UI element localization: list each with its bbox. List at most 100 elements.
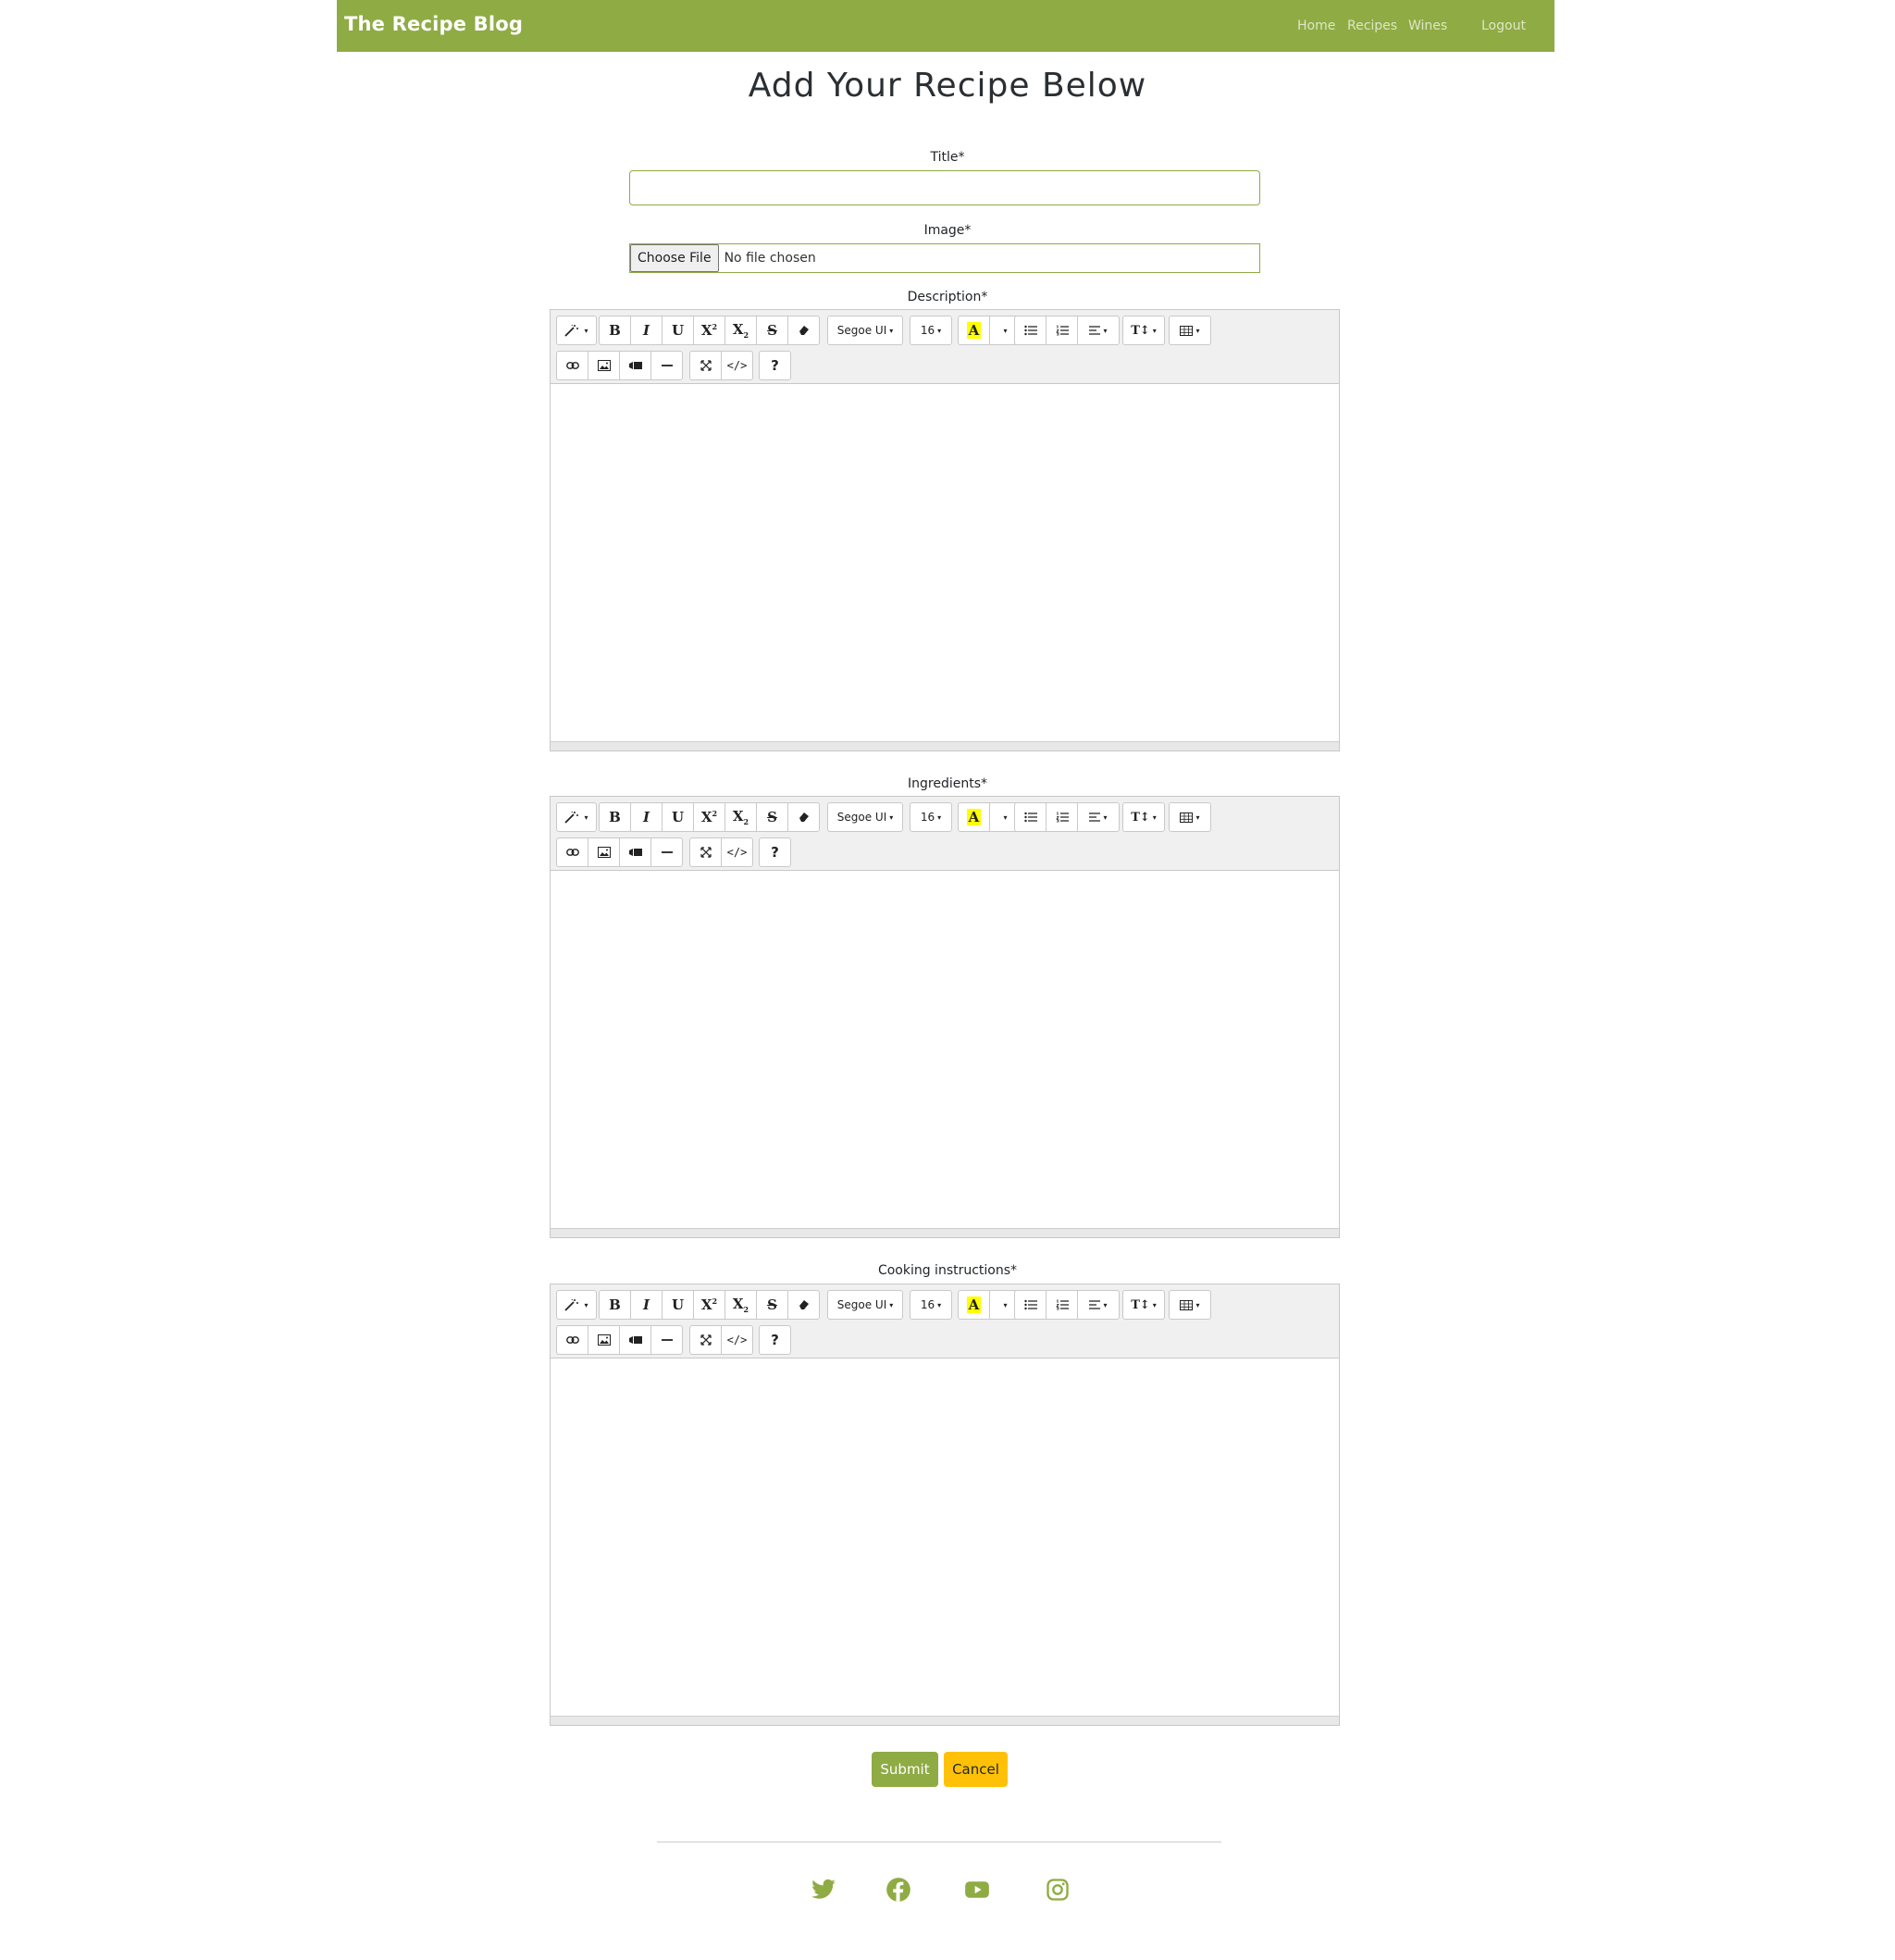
title-input[interactable] xyxy=(629,170,1260,205)
cancel-button[interactable]: Cancel xyxy=(944,1752,1008,1787)
font-size-group: 16 ▾ xyxy=(910,802,952,832)
fullscreen-icon[interactable] xyxy=(689,351,722,380)
fullscreen-icon[interactable] xyxy=(689,1325,722,1355)
editor-resize-bar[interactable] xyxy=(551,1716,1339,1725)
line-height-icon[interactable]: T↕ ▾ xyxy=(1122,802,1165,832)
line-height-icon[interactable]: T↕ ▾ xyxy=(1122,1290,1165,1320)
superscript-button[interactable]: X2 xyxy=(693,1290,725,1320)
instructions-editor-body[interactable] xyxy=(551,1359,1339,1716)
nav-wines[interactable]: Wines xyxy=(1408,19,1447,33)
bold-button[interactable]: B xyxy=(599,802,631,832)
unordered-list-icon[interactable] xyxy=(1014,802,1047,832)
font-family-dropdown[interactable]: Segoe UI ▾ xyxy=(827,802,903,832)
description-editor-body[interactable] xyxy=(551,385,1339,741)
horizontal-rule-icon[interactable] xyxy=(650,351,683,380)
horizontal-rule-icon[interactable] xyxy=(650,1325,683,1355)
line-height-icon[interactable]: T↕ ▾ xyxy=(1122,316,1165,345)
link-icon[interactable] xyxy=(556,1325,588,1355)
youtube-icon[interactable] xyxy=(964,1877,990,1903)
ingredients-editor-body[interactable] xyxy=(551,872,1339,1228)
highlight-color-button[interactable]: A xyxy=(958,316,990,345)
image-file-input[interactable]: Choose File No file chosen xyxy=(629,243,1260,273)
paragraph-align-icon[interactable]: ▾ xyxy=(1077,802,1120,832)
ordered-list-icon[interactable] xyxy=(1046,802,1078,832)
italic-button[interactable]: I xyxy=(630,1290,663,1320)
font-size-dropdown[interactable]: 16 ▾ xyxy=(910,802,952,832)
paragraph-align-icon[interactable]: ▾ xyxy=(1077,1290,1120,1320)
highlight-color-button[interactable]: A xyxy=(958,802,990,832)
navbar: The Recipe Blog Home Recipes Wines Logou… xyxy=(337,0,1554,52)
unordered-list-icon[interactable] xyxy=(1014,1290,1047,1320)
font-family-dropdown[interactable]: Segoe UI ▾ xyxy=(827,1290,903,1320)
table-icon[interactable]: ▾ xyxy=(1169,316,1211,345)
strikethrough-button[interactable]: S xyxy=(756,1290,788,1320)
font-size-dropdown[interactable]: 16 ▾ xyxy=(910,1290,952,1320)
eraser-icon[interactable] xyxy=(787,802,820,832)
subscript-button[interactable]: X2 xyxy=(725,316,757,345)
choose-file-button[interactable]: Choose File xyxy=(630,244,719,272)
editor-resize-bar[interactable] xyxy=(551,741,1339,751)
eraser-icon[interactable] xyxy=(787,316,820,345)
color-group: A ▾ xyxy=(958,316,1022,345)
font-size-dropdown[interactable]: 16 ▾ xyxy=(910,316,952,345)
facebook-icon[interactable] xyxy=(886,1877,911,1903)
video-icon[interactable] xyxy=(619,837,651,867)
link-icon[interactable] xyxy=(556,351,588,380)
code-view-icon[interactable]: </> xyxy=(721,837,753,867)
underline-button[interactable]: U xyxy=(662,802,694,832)
horizontal-rule-icon[interactable] xyxy=(650,837,683,867)
toolbar-row: ▾ B I U X2 X2 S Segoe UI ▾ 16 ▾ A ▾ ▾ T↕ ▾ ▾ xyxy=(551,802,1339,832)
editor-toolbar: ▾ B I U X2 X2 S Segoe UI ▾ 16 ▾ A ▾ ▾ T↕ ▾ ▾ </>? xyxy=(551,1284,1339,1358)
subscript-button[interactable]: X2 xyxy=(725,802,757,832)
editor-resize-bar[interactable] xyxy=(551,1228,1339,1237)
strikethrough-button[interactable]: S xyxy=(756,316,788,345)
image-label: Image* xyxy=(923,223,972,238)
instagram-icon[interactable] xyxy=(1045,1877,1071,1903)
unordered-list-icon[interactable] xyxy=(1014,316,1047,345)
video-icon[interactable] xyxy=(619,351,651,380)
strikethrough-button[interactable]: S xyxy=(756,802,788,832)
underline-button[interactable]: U xyxy=(662,316,694,345)
picture-icon[interactable] xyxy=(588,1325,620,1355)
help-icon[interactable]: ? xyxy=(759,351,791,380)
paragraph-align-icon[interactable]: ▾ xyxy=(1077,316,1120,345)
nav-logout[interactable]: Logout xyxy=(1481,19,1526,33)
editor-toolbar: ▾ B I U X2 X2 S Segoe UI ▾ 16 ▾ A ▾ ▾ T↕ ▾ ▾ </>? xyxy=(551,797,1339,871)
magic-wand-icon[interactable]: ▾ xyxy=(556,802,597,832)
underline-button[interactable]: U xyxy=(662,1290,694,1320)
submit-button[interactable]: Submit xyxy=(872,1752,938,1787)
help-icon[interactable]: ? xyxy=(759,1325,791,1355)
bold-button[interactable]: B xyxy=(599,1290,631,1320)
table-icon[interactable]: ▾ xyxy=(1169,1290,1211,1320)
toolbar-row: ▾ B I U X2 X2 S Segoe UI ▾ 16 ▾ A ▾ ▾ T↕ ▾ ▾ xyxy=(551,316,1339,345)
brand-logo[interactable]: The Recipe Blog xyxy=(344,13,523,35)
superscript-button[interactable]: X2 xyxy=(693,802,725,832)
eraser-icon[interactable] xyxy=(787,1290,820,1320)
table-icon[interactable]: ▾ xyxy=(1169,802,1211,832)
superscript-button[interactable]: X2 xyxy=(693,316,725,345)
link-icon[interactable] xyxy=(556,837,588,867)
picture-icon[interactable] xyxy=(588,351,620,380)
magic-wand-icon[interactable]: ▾ xyxy=(556,316,597,345)
subscript-button[interactable]: X2 xyxy=(725,1290,757,1320)
magic-wand-icon[interactable]: ▾ xyxy=(556,1290,597,1320)
video-icon[interactable] xyxy=(619,1325,651,1355)
bold-button[interactable]: B xyxy=(599,316,631,345)
toolbar-row: </>? xyxy=(551,837,1339,867)
code-view-icon[interactable]: </> xyxy=(721,1325,753,1355)
font-family-dropdown[interactable]: Segoe UI ▾ xyxy=(827,316,903,345)
twitter-icon[interactable] xyxy=(811,1877,836,1903)
nav-recipes[interactable]: Recipes xyxy=(1347,19,1397,33)
italic-button[interactable]: I xyxy=(630,316,663,345)
highlight-color-button[interactable]: A xyxy=(958,1290,990,1320)
nav-home[interactable]: Home xyxy=(1297,19,1335,33)
ordered-list-icon[interactable] xyxy=(1046,316,1078,345)
chevron-down-icon: ▾ xyxy=(937,1300,942,1309)
italic-button[interactable]: I xyxy=(630,802,663,832)
code-view-icon[interactable]: </> xyxy=(721,351,753,380)
picture-icon[interactable] xyxy=(588,837,620,867)
chevron-down-icon: ▾ xyxy=(937,326,942,335)
help-icon[interactable]: ? xyxy=(759,837,791,867)
ordered-list-icon[interactable] xyxy=(1046,1290,1078,1320)
fullscreen-icon[interactable] xyxy=(689,837,722,867)
